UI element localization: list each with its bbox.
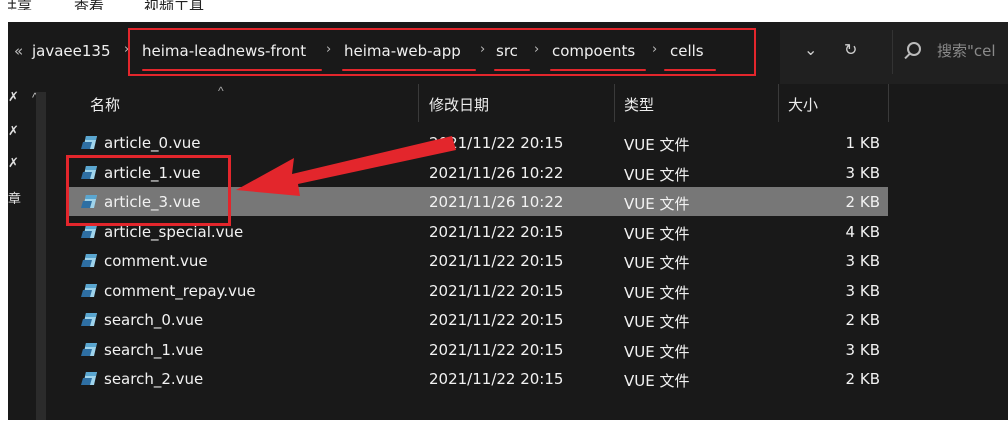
file-size: 1 KB <box>845 134 880 152</box>
column-header-date[interactable]: 修改日期 <box>429 94 489 115</box>
column-divider[interactable] <box>614 84 615 122</box>
breadcrumb-overflow[interactable]: « <box>14 42 23 60</box>
file-size: 3 KB <box>845 281 880 300</box>
file-name: search_2.vue <box>104 370 204 388</box>
file-size: 2 KB <box>845 193 880 211</box>
annotation-address-box <box>128 28 756 76</box>
vue-file-icon <box>81 254 97 267</box>
file-row[interactable]: search_2.vue 2021/11/22 20:15 VUE 文件 2 KB <box>66 364 888 393</box>
nav-item-label[interactable]: 章 <box>8 188 21 207</box>
vue-file-icon <box>81 372 97 385</box>
file-type: VUE 文件 <box>624 283 690 302</box>
vue-file-icon <box>81 136 97 149</box>
ribbon-tabs: 共享 查看 视频工具 <box>8 0 1008 22</box>
column-header-name[interactable]: 名称 <box>90 94 120 115</box>
file-modified-date: 2021/11/22 20:15 <box>429 311 564 329</box>
sort-up-icon: ^ <box>218 84 224 98</box>
file-name: search_1.vue <box>104 340 204 359</box>
file-size: 3 KB <box>845 340 880 359</box>
ribbon-tab-view[interactable]: 查看 <box>74 0 104 10</box>
file-modified-date: 2021/11/22 20:15 <box>429 134 564 152</box>
column-header-size[interactable]: 大小 <box>788 94 818 115</box>
file-size: 3 KB <box>845 252 880 270</box>
file-row[interactable]: comment_repay.vue 2021/11/22 20:15 VUE 文件 3… <box>66 276 888 305</box>
column-header-type[interactable]: 类型 <box>624 94 654 115</box>
annotation-highlight-box <box>66 155 231 226</box>
file-modified-date: 2021/11/22 20:15 <box>429 252 564 270</box>
search-box[interactable]: 搜索"cel <box>892 30 1008 74</box>
file-modified-date: 2021/11/26 10:22 <box>429 193 564 211</box>
vue-file-icon <box>81 283 97 297</box>
column-headers: ^ 名称 修改日期 类型 大小 <box>66 84 1008 122</box>
file-type: VUE 文件 <box>624 342 690 361</box>
file-name: comment_repay.vue <box>104 281 256 300</box>
file-size: 3 KB <box>845 163 880 182</box>
file-size: 2 KB <box>845 370 880 388</box>
file-size: 2 KB <box>845 311 880 329</box>
file-modified-date: 2021/11/22 20:15 <box>429 222 564 241</box>
column-divider[interactable] <box>888 84 889 122</box>
file-type: VUE 文件 <box>624 136 690 154</box>
vue-file-icon <box>81 313 97 326</box>
file-type: VUE 文件 <box>624 372 690 390</box>
file-type: VUE 文件 <box>624 195 690 213</box>
pin-icon: ✗ <box>8 156 19 171</box>
search-icon <box>907 42 921 56</box>
file-type: VUE 文件 <box>624 165 690 184</box>
file-row[interactable]: search_1.vue 2021/11/22 20:15 VUE 文件 3 KB <box>66 335 888 364</box>
search-input[interactable]: 搜索"cel <box>937 40 996 61</box>
file-row[interactable]: comment.vue 2021/11/22 20:15 VUE 文件 3 KB <box>66 246 888 275</box>
file-modified-date: 2021/11/26 10:22 <box>429 163 564 182</box>
file-type: VUE 文件 <box>624 224 690 243</box>
column-divider[interactable] <box>778 84 779 122</box>
column-divider[interactable] <box>418 84 419 122</box>
file-name: comment.vue <box>104 252 208 270</box>
address-bar: « javaee135 › heima-leadnews-front › hei… <box>8 22 1008 84</box>
file-name: search_0.vue <box>104 311 204 329</box>
file-name: article_0.vue <box>104 134 201 152</box>
file-type: VUE 文件 <box>624 313 690 331</box>
refresh-button[interactable]: ↻ <box>844 40 857 59</box>
file-row[interactable]: article_0.vue 2021/11/22 20:15 VUE 文件 1 KB <box>66 128 888 157</box>
file-modified-date: 2021/11/22 20:15 <box>429 281 564 300</box>
ribbon-tab-video-tools[interactable]: 视频工具 <box>144 0 204 10</box>
pin-icon: ✗ <box>8 124 19 139</box>
file-modified-date: 2021/11/22 20:15 <box>429 370 564 388</box>
file-size: 4 KB <box>845 222 880 241</box>
file-row[interactable]: search_0.vue 2021/11/22 20:15 VUE 文件 2 KB <box>66 305 888 334</box>
vue-file-icon <box>81 342 97 356</box>
breadcrumb-javaee135[interactable]: javaee135 <box>32 42 111 60</box>
nav-scrollbar[interactable] <box>36 92 46 420</box>
file-modified-date: 2021/11/22 20:15 <box>429 340 564 359</box>
ribbon-tab-share[interactable]: 共享 <box>8 0 32 10</box>
pin-icon: ✗ <box>8 90 19 105</box>
address-dropdown-button[interactable]: ⌄ <box>804 40 817 59</box>
file-type: VUE 文件 <box>624 254 690 272</box>
